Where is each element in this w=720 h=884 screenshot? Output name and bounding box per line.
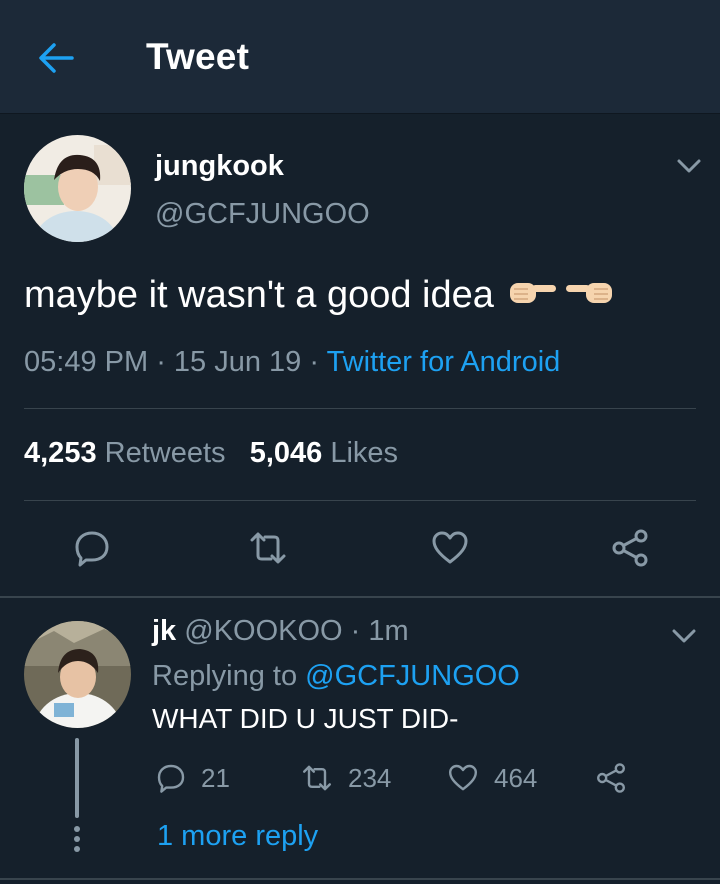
likes-stat[interactable]: 5,046 Likes xyxy=(250,437,398,469)
share-icon xyxy=(597,763,625,793)
replying-to-handle[interactable]: @GCFJUNGOO xyxy=(305,660,520,692)
divider xyxy=(0,878,720,880)
replying-to: Replying to @GCFJUNGOO xyxy=(152,660,520,693)
page-title: Tweet xyxy=(146,36,250,77)
divider xyxy=(24,408,696,409)
avatar[interactable] xyxy=(24,135,131,242)
reply-header: jk @KOOKOO · 1m xyxy=(152,615,409,647)
replying-label: Replying to xyxy=(152,660,298,692)
arrow-left-icon[interactable] xyxy=(36,38,76,78)
tweet-time: 05:49 PM xyxy=(24,346,149,378)
thread-dot xyxy=(74,846,80,852)
retweet-icon xyxy=(303,765,331,791)
author-handle[interactable]: @GCFJUNGOO xyxy=(155,198,370,231)
emoji-group xyxy=(508,275,614,319)
thread-dot xyxy=(74,836,80,842)
more-replies-link[interactable]: 1 more reply xyxy=(157,820,318,853)
like-icon xyxy=(449,764,477,791)
thread-line xyxy=(75,738,79,818)
reply-share-action[interactable] xyxy=(595,760,641,796)
divider xyxy=(24,500,696,501)
tweet-text: maybe it wasn't a good idea xyxy=(24,274,614,319)
reply-avatar[interactable] xyxy=(24,621,131,728)
retweets-stat[interactable]: 4,253 Retweets xyxy=(24,437,226,469)
retweet-icon[interactable] xyxy=(248,528,288,568)
reply-time: 1m xyxy=(368,615,409,647)
like-count: 464 xyxy=(494,762,538,793)
tweet-meta: 05:49 PM · 15 Jun 19 · Twitter for Andro… xyxy=(24,346,561,378)
section-divider xyxy=(0,596,720,598)
reply-count: 21 xyxy=(201,762,230,793)
reply-like-action[interactable]: 464 xyxy=(446,760,537,796)
like-icon[interactable] xyxy=(430,528,470,568)
top-bar: Tweet xyxy=(0,0,720,114)
author-name[interactable]: jungkook xyxy=(155,150,284,183)
reply-retweet-action[interactable]: 234 xyxy=(300,760,391,796)
reply-icon[interactable] xyxy=(72,528,112,568)
chevron-down-icon[interactable] xyxy=(676,158,702,174)
tweet-date: 15 Jun 19 xyxy=(173,346,302,378)
retweet-count: 234 xyxy=(348,762,392,793)
reply-text: WHAT DID U JUST DID- xyxy=(152,703,459,734)
finger-pointing-emoji-icon xyxy=(509,282,612,303)
reply-author-handle[interactable]: @KOOKOO xyxy=(184,615,342,647)
tweet-stats: 4,253 Retweets 5,046 Likes xyxy=(24,437,398,470)
share-icon[interactable] xyxy=(610,528,650,568)
thread-dot xyxy=(74,826,80,832)
reply-icon xyxy=(157,764,185,793)
reply-author-name[interactable]: jk xyxy=(152,615,176,647)
tweet-body: maybe it wasn't a good idea xyxy=(24,274,494,316)
tweet-source[interactable]: Twitter for Android xyxy=(327,346,561,378)
reply-reply-action[interactable]: 21 xyxy=(155,760,230,796)
chevron-down-icon[interactable] xyxy=(671,628,697,644)
